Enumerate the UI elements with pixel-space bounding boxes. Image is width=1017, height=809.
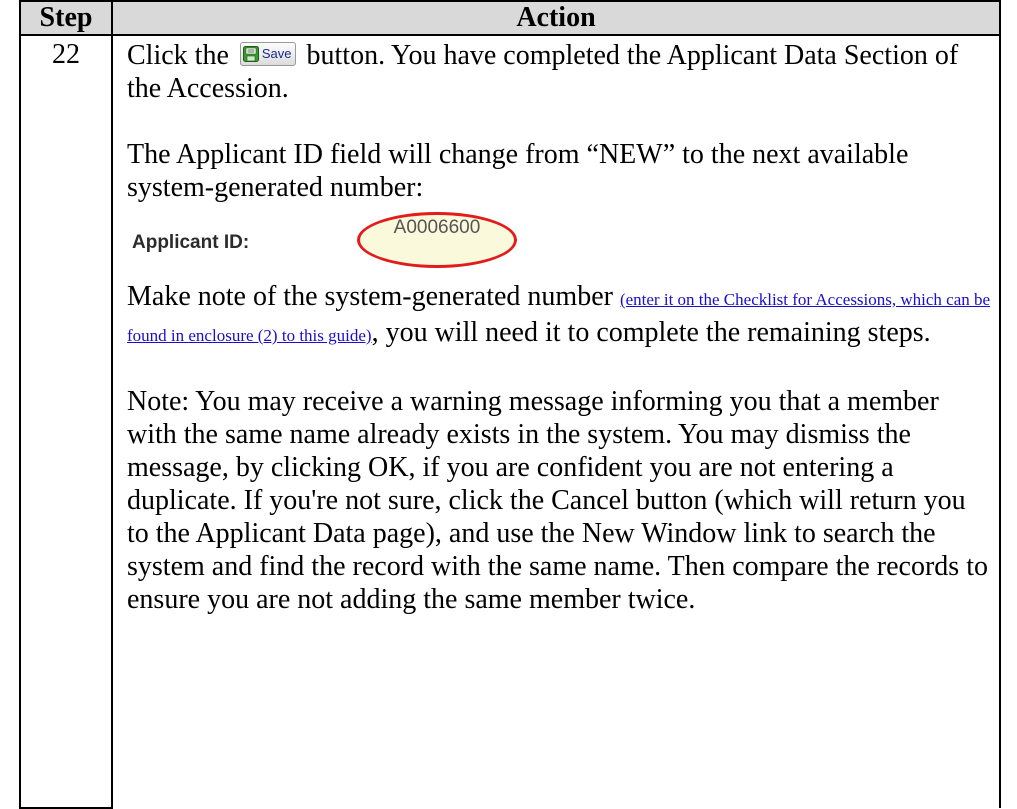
step-number: 22 [19, 34, 113, 809]
p3-after-text: , you will need it to complete the remai… [371, 317, 931, 348]
applicant-id-highlight: A0006600 [357, 212, 517, 268]
table-row: 22 Click the Save button. You have compl… [19, 34, 1001, 809]
paragraph-make-note: Make note of the system-generated number… [127, 280, 991, 352]
table-header-row: Step Action [19, 0, 1001, 36]
p3-before-text: Make note of the system-generated number [127, 281, 620, 312]
step-action-table: Step Action 22 Click the Save button. Yo… [19, 0, 1001, 809]
applicant-id-screenshot: Applicant ID: A0006600 [127, 212, 991, 270]
paragraph-click-save: Click the Save button. You have complete… [127, 39, 991, 105]
header-action: Action [111, 0, 1001, 36]
save-button-label: Save [261, 46, 292, 61]
action-cell: Click the Save button. You have complete… [111, 34, 1001, 808]
applicant-id-value: A0006600 [393, 217, 481, 238]
paragraph-note: Note: You may receive a warning message … [127, 386, 988, 615]
floppy-disk-icon [242, 46, 259, 62]
header-step: Step [19, 0, 113, 36]
paragraph-applicant-id-change: The Applicant ID field will change from … [127, 139, 909, 203]
p1-before-text: Click the [127, 40, 236, 71]
applicant-id-label: Applicant ID: [132, 232, 250, 253]
save-button[interactable]: Save [239, 42, 296, 66]
